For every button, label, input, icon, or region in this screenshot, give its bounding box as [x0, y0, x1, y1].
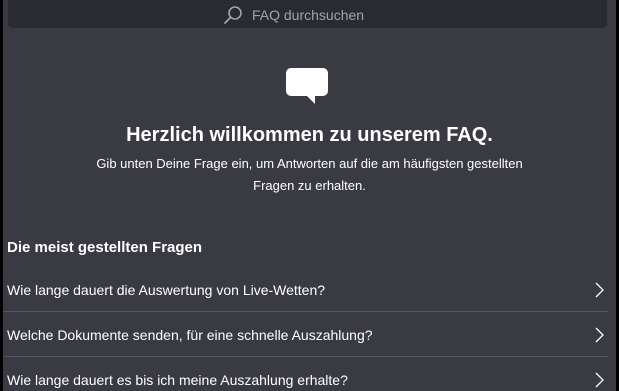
section-title: Die meist gestellten Fragen [7, 239, 203, 256]
chevron-right-icon [595, 372, 604, 388]
faq-item-label: Wie lange dauert es bis ich meine Auszah… [7, 372, 348, 388]
search-input[interactable]: FAQ durchsuchen [252, 7, 364, 23]
faq-item-label: Welche Dokumente senden, für eine schnel… [7, 327, 373, 343]
faq-item[interactable]: Wie lange dauert es bis ich meine Auszah… [3, 357, 608, 391]
faq-item[interactable]: Wie lange dauert die Auswertung von Live… [3, 267, 608, 312]
search-icon [224, 6, 242, 24]
subtitle-line-2: Fragen zu erhalten. [253, 178, 366, 193]
chevron-right-icon [595, 327, 604, 343]
faq-panel: FAQ durchsuchen Herzlich willkommen zu u… [3, 0, 616, 391]
chevron-right-icon [595, 282, 604, 298]
page-subtitle: Gib unten Deine Frage ein, um Antworten … [3, 153, 616, 197]
search-bar[interactable]: FAQ durchsuchen [8, 0, 607, 28]
faq-list: Wie lange dauert die Auswertung von Live… [3, 267, 608, 391]
page-title: Herzlich willkommen zu unserem FAQ. [126, 124, 493, 146]
faq-item-label: Wie lange dauert die Auswertung von Live… [7, 282, 326, 298]
subtitle-line-1: Gib unten Deine Frage ein, um Antworten … [96, 156, 523, 171]
speech-bubble-icon [286, 68, 328, 104]
faq-item[interactable]: Welche Dokumente senden, für eine schnel… [3, 312, 608, 357]
